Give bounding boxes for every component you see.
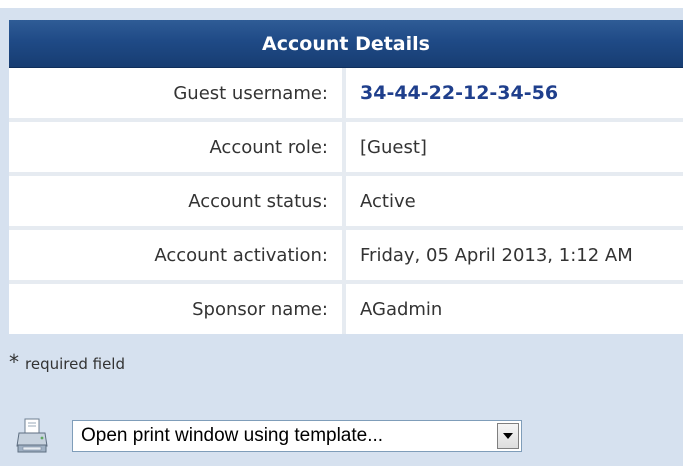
print-template-select-value: Open print window using template...	[81, 425, 384, 446]
account-role-label: Account role:	[9, 122, 346, 176]
sponsor-name-value: AGadmin	[346, 284, 683, 334]
page: Account Details Guest username: 34-44-22…	[0, 0, 683, 466]
sponsor-name-label: Sponsor name:	[9, 284, 346, 334]
account-activation-label: Account activation:	[9, 230, 346, 284]
required-field-text: required field	[25, 355, 125, 373]
table-row: Account status: Active	[9, 176, 683, 230]
printer-icon[interactable]	[16, 416, 48, 456]
account-status-label: Account status:	[9, 176, 346, 230]
print-template-select[interactable]: Open print window using template...	[72, 420, 522, 452]
table-row: Guest username: 34-44-22-12-34-56	[9, 68, 683, 122]
required-field-note: * required field	[9, 352, 125, 373]
table-row: Account role: [Guest]	[9, 122, 683, 176]
print-row: Open print window using template...	[16, 416, 522, 456]
table-row: Sponsor name: AGadmin	[9, 284, 683, 334]
account-role-value: [Guest]	[346, 122, 683, 176]
chevron-down-icon[interactable]	[497, 423, 519, 449]
guest-username-label: Guest username:	[9, 68, 346, 122]
table-header-row: Account Details	[9, 20, 683, 68]
account-details-title: Account Details	[9, 20, 683, 68]
account-details-table: Account Details Guest username: 34-44-22…	[9, 20, 683, 334]
table-row: Account activation: Friday, 05 April 201…	[9, 230, 683, 284]
account-status-value: Active	[346, 176, 683, 230]
guest-username-value: 34-44-22-12-34-56	[346, 68, 683, 122]
required-asterisk: *	[9, 350, 19, 374]
account-activation-value: Friday, 05 April 2013, 1:12 AM	[346, 230, 683, 284]
